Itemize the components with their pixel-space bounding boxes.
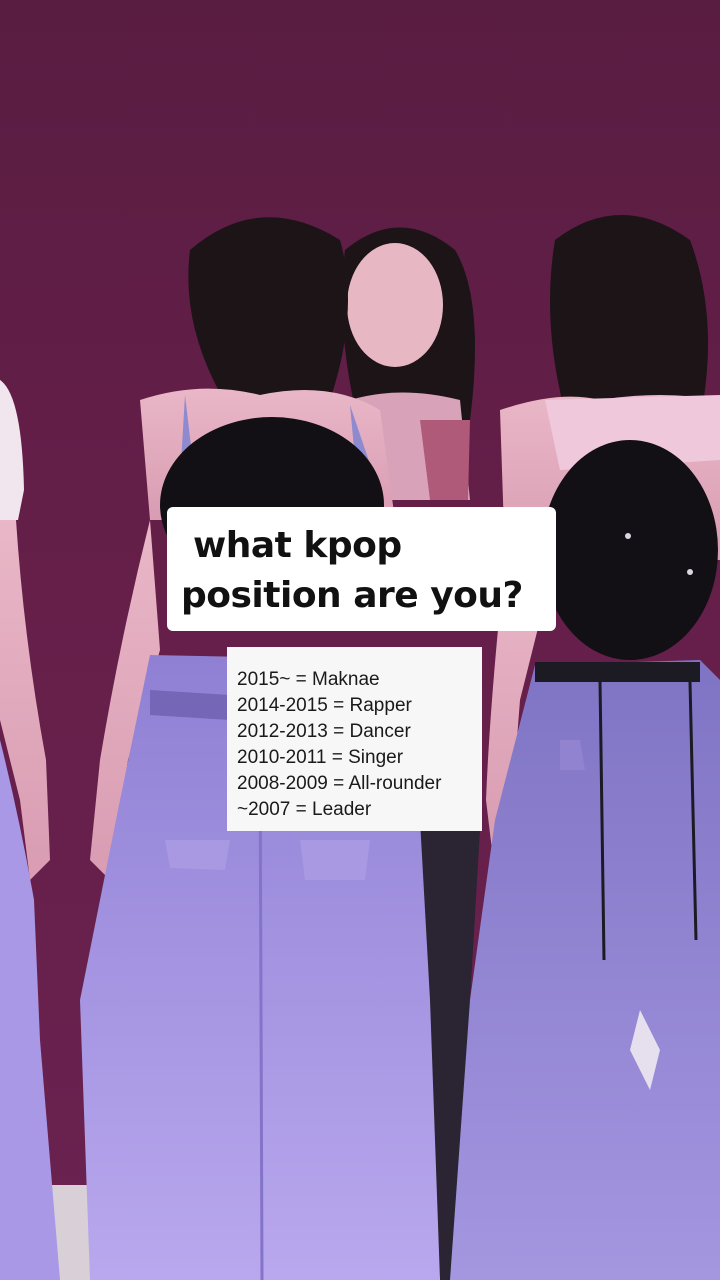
- caption-line-2: position are you?: [181, 575, 523, 616]
- caption-line-1: what kpop: [193, 525, 402, 566]
- video-frame: what kpop position are you? 2015~ = Makn…: [0, 0, 720, 1280]
- list-item: 2012-2013 = Dancer: [237, 721, 411, 742]
- position-list: 2015~ = Maknae 2014-2015 = Rapper 2012-2…: [227, 647, 482, 831]
- dance-scene-photo: [0, 215, 720, 1280]
- dancer-left-edge: [0, 380, 60, 1280]
- list-item: 2014-2015 = Rapper: [237, 695, 412, 716]
- black-hat-right: [542, 440, 718, 660]
- list-item: ~2007 = Leader: [237, 799, 372, 820]
- list-item: 2010-2011 = Singer: [237, 747, 404, 768]
- list-item: 2015~ = Maknae: [237, 669, 380, 690]
- list-item: 2008-2009 = All-rounder: [237, 773, 442, 794]
- caption-card: what kpop position are you?: [167, 507, 556, 631]
- dancer-back-right: [450, 215, 720, 1280]
